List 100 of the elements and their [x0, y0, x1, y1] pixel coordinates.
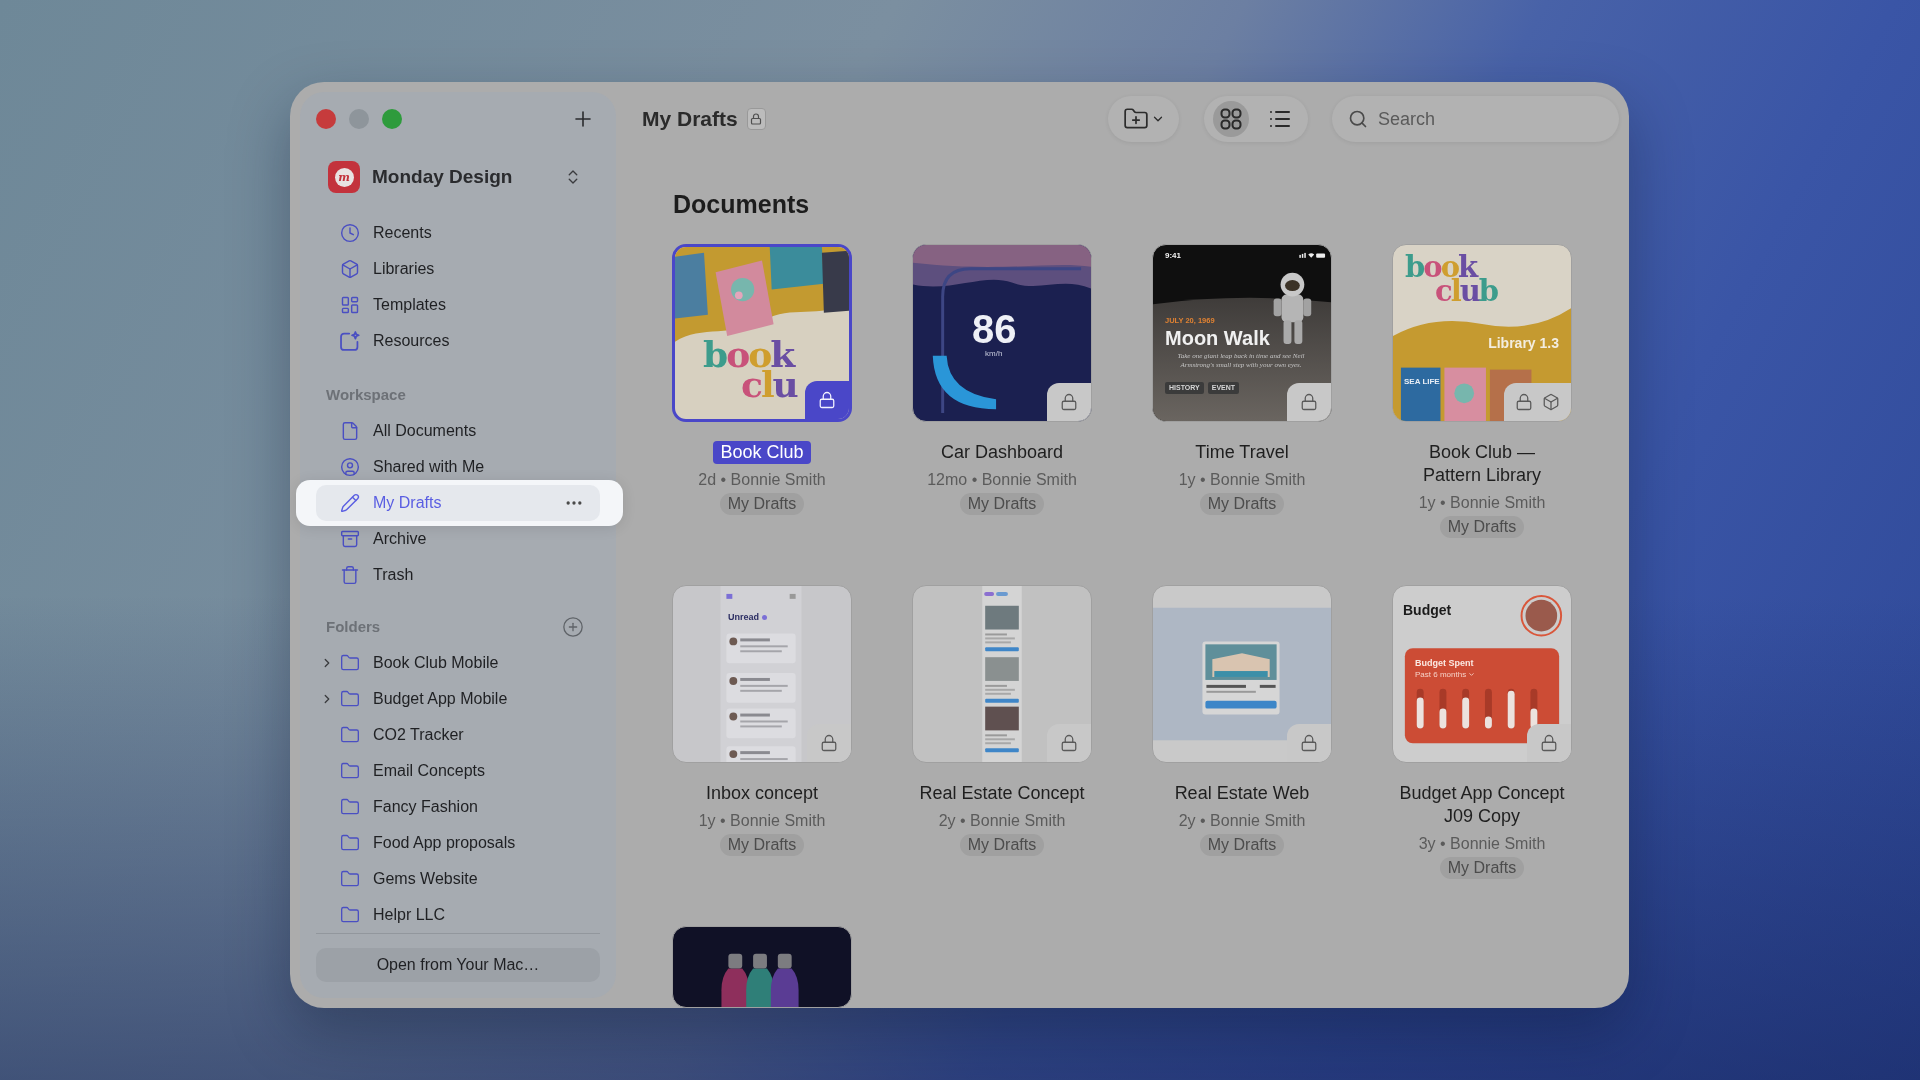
grid-view-button[interactable] [1213, 101, 1249, 137]
sidebar-item[interactable]: Helpr LLC [316, 902, 600, 928]
workspace-name[interactable]: Monday Design [372, 166, 513, 188]
document-meta: 1y • Bonnie Smith [1418, 493, 1546, 513]
screen-heading: Unread [728, 612, 759, 622]
water-bottle [721, 953, 750, 1007]
document-thumbnail[interactable] [672, 926, 852, 1008]
sidebar-item[interactable]: Gems Website [316, 866, 600, 892]
sidebar-item[interactable]: Libraries [316, 256, 600, 282]
chart-bar [1484, 688, 1492, 729]
document-icon [340, 421, 360, 441]
pencil-icon [340, 493, 360, 513]
search-field[interactable]: Search [1332, 96, 1619, 142]
document-title[interactable]: Real Estate Web [1167, 782, 1317, 805]
archive-box-icon [340, 529, 360, 549]
book-cover [1400, 367, 1441, 421]
document-meta: 1y • Bonnie Smith [1178, 470, 1306, 490]
logo-word: clu [741, 369, 797, 399]
document-thumbnail[interactable]: book club Library 1.3 SEA LIFE [1392, 244, 1572, 422]
sidebar-item[interactable]: Archive [316, 526, 600, 552]
document-meta: 2y • Bonnie Smith [1178, 811, 1306, 831]
sidebar-item[interactable]: All Documents [316, 418, 600, 444]
new-folder-button[interactable] [1108, 96, 1179, 142]
folder-tag: My Drafts [959, 493, 1045, 515]
sidebar-item[interactable]: Resources [316, 328, 600, 354]
sidebar-item[interactable]: Templates [316, 292, 600, 318]
sidebar-item[interactable]: Budget App Mobile [316, 686, 600, 712]
sparkle-square-icon [340, 331, 360, 351]
section-header: Folders [325, 617, 381, 637]
document-meta: 3y • Bonnie Smith [1418, 834, 1546, 854]
section-title: Documents [673, 189, 811, 219]
cube-icon [1542, 393, 1560, 411]
logo-word: club [1435, 279, 1498, 303]
document-meta: 2y • Bonnie Smith [938, 811, 1066, 831]
section-header: Workspace [325, 385, 407, 405]
folder-tag: My Drafts [959, 834, 1045, 856]
clock-icon [340, 223, 360, 243]
logo-word: book [703, 339, 794, 369]
document-thumbnail[interactable]: Unread [672, 585, 852, 763]
sidebar-item[interactable]: Trash [316, 562, 600, 588]
sidebar-item[interactable]: Recents [316, 220, 600, 246]
folder-icon [340, 797, 360, 817]
folder-tag: My Drafts [719, 834, 805, 856]
folder-tag: My Drafts [1199, 834, 1285, 856]
document-title[interactable]: Budget App Concept J09 Copy [1392, 782, 1572, 828]
plus-circle-icon[interactable] [562, 616, 584, 638]
folder-plus-icon [1122, 106, 1149, 132]
chart-bar [1507, 688, 1515, 729]
document-title[interactable]: Real Estate Concept [912, 782, 1092, 805]
document-meta: 1y • Bonnie Smith [698, 811, 826, 831]
water-bottle [770, 953, 799, 1007]
lock-icon [1515, 393, 1533, 411]
document-title[interactable]: Inbox concept [698, 782, 826, 805]
tiles-icon [340, 295, 360, 315]
story-title: Moon Walk [1165, 327, 1270, 349]
folder-icon [340, 725, 360, 745]
grid-icon [1220, 108, 1242, 130]
document-meta: 12mo • Bonnie Smith [927, 470, 1077, 490]
speed-glow [932, 355, 997, 410]
document-title[interactable]: Time Travel [1188, 441, 1296, 464]
sidebar-item[interactable]: Email Concepts [316, 758, 600, 784]
budget-title: Budget [1403, 603, 1452, 618]
sidebar-item[interactable]: Food App proposals [316, 830, 600, 856]
status-dot-icon [762, 615, 767, 620]
sidebar-item[interactable]: CO2 Tracker [316, 722, 600, 748]
book-cover [1444, 367, 1486, 421]
document-thumbnail[interactable] [1152, 585, 1332, 763]
open-from-mac-button[interactable]: Open from Your Mac… [316, 948, 600, 982]
astronaut-drawing [1273, 272, 1312, 344]
speed-unit: km/h [985, 349, 1003, 358]
sidebar-item[interactable]: My Drafts [316, 485, 600, 521]
library-label: Library 1.3 [1488, 336, 1559, 351]
document-thumbnail[interactable] [912, 585, 1092, 763]
sidebar-item[interactable]: Book Club Mobile [316, 650, 600, 676]
cover-title: SEA LIFE [1404, 377, 1440, 386]
folder-tag: My Drafts [1439, 857, 1525, 879]
folder-icon [340, 869, 360, 889]
document-thumbnail[interactable]: Budget Budget Spent Past 6 months [1392, 585, 1572, 763]
folder-tag: My Drafts [1439, 516, 1525, 538]
status-time: 9:41 [1165, 251, 1181, 260]
budget-card-title: Budget Spent [1415, 658, 1474, 668]
document-thumbnail[interactable]: 86 km/h [912, 244, 1092, 422]
folder-icon [340, 905, 360, 925]
avatar-icon [1520, 594, 1563, 637]
document-thumbnail[interactable]: book clu [672, 244, 852, 422]
sidebar-item[interactable]: Fancy Fashion [316, 794, 600, 820]
document-title[interactable]: Book Club — Pattern Library [1415, 441, 1549, 487]
document-title[interactable]: Book Club [713, 441, 811, 464]
speed-reading: 86 [972, 309, 1017, 349]
folder-icon [340, 833, 360, 853]
signal-icon [1299, 252, 1306, 258]
page-title: My Drafts [642, 107, 738, 131]
workspace-logo: m [328, 161, 360, 193]
wifi-icon [1308, 253, 1315, 258]
document-meta: 2d • Bonnie Smith [698, 470, 826, 490]
document-title[interactable]: Car Dashboard [933, 441, 1071, 464]
folder-icon [340, 689, 360, 709]
sidebar-item[interactable]: Shared with Me [316, 454, 600, 480]
trash-icon [340, 565, 360, 585]
logo-word: book [1405, 255, 1477, 279]
